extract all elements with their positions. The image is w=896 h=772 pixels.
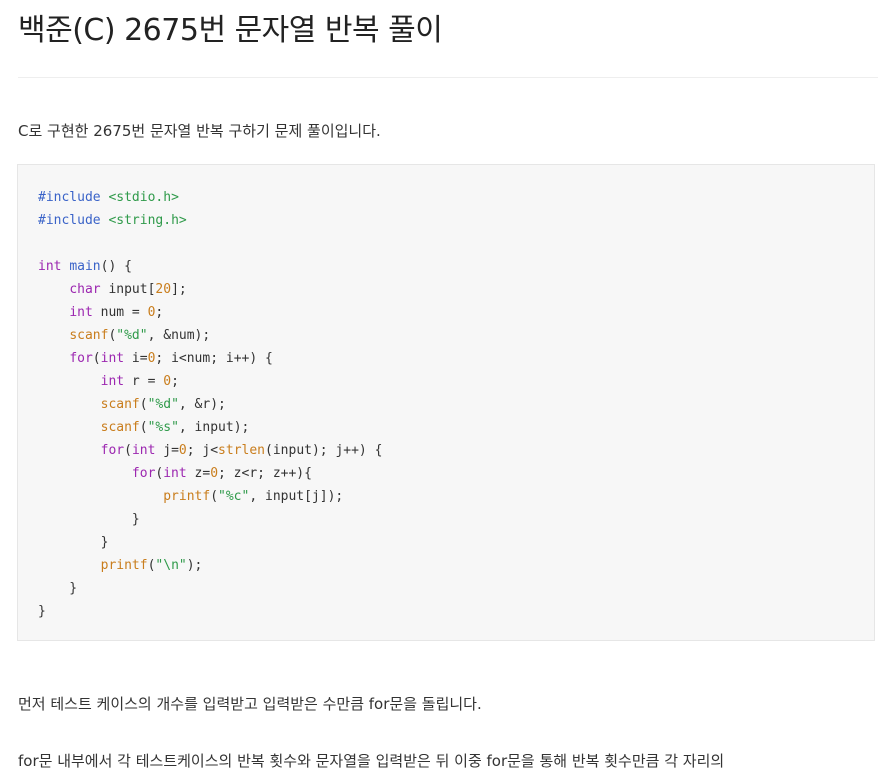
code-token: (input); j++) {	[265, 443, 383, 458]
code-token: );	[186, 558, 203, 573]
code-line: }	[38, 508, 382, 531]
code-line: }	[38, 531, 382, 554]
code-token: int	[131, 443, 156, 458]
title-divider	[18, 77, 878, 78]
post-title: 백준(C) 2675번 문자열 반복 풀이	[18, 13, 443, 48]
code-token: printf	[100, 558, 148, 573]
code-token: , input);	[178, 420, 250, 435]
code-token: #include	[38, 213, 101, 228]
code-token: }	[38, 581, 78, 596]
code-token: r =	[124, 374, 164, 389]
code-token: #include	[38, 190, 101, 205]
code-token: }	[38, 604, 46, 619]
code-token: (	[92, 351, 101, 366]
code-line: char input[20];	[38, 278, 382, 301]
code-token: input[	[100, 282, 156, 297]
code-line: scanf("%d", &r);	[38, 393, 382, 416]
code-token: int	[69, 305, 93, 320]
code-line: int main() {	[38, 255, 382, 278]
code-line: scanf("%s", input);	[38, 416, 382, 439]
code-token: () {	[100, 259, 132, 274]
code-token: for	[69, 351, 93, 366]
code-token: ; j<	[186, 443, 219, 458]
code-token: printf	[163, 489, 211, 504]
code-line: int num = 0;	[38, 301, 382, 324]
code-token: ; z<r; z++){	[218, 466, 312, 481]
code-token: ;	[171, 374, 179, 389]
code-token: strlen	[218, 443, 266, 458]
code-token: 0	[178, 443, 187, 458]
code-token: scanf	[69, 328, 109, 343]
code-token: "%d"	[116, 328, 148, 343]
code-token: j=	[155, 443, 179, 458]
code-token: num =	[92, 305, 148, 320]
code-token: , &num);	[147, 328, 211, 343]
code-token: ; i<num; i++) {	[155, 351, 273, 366]
code-line: scanf("%d", &num);	[38, 324, 382, 347]
explanation-paragraph-2: for문 내부에서 각 테스트케이스의 반복 횟수와 문자열을 입력받은 뒤 이…	[18, 752, 725, 770]
code-token: "%c"	[218, 489, 250, 504]
code-token: int	[163, 466, 187, 481]
code-line: }	[38, 577, 382, 600]
code-token: <string.h>	[108, 213, 187, 228]
code-token: i=	[124, 351, 148, 366]
code-line: printf("%c", input[j]);	[38, 485, 382, 508]
code-token: , input[j]);	[249, 489, 344, 504]
code-token: main	[69, 259, 101, 274]
code-token: <stdio.h>	[108, 190, 179, 205]
code-line: printf("\n");	[38, 554, 382, 577]
code-line: for(int z=0; z<r; z++){	[38, 462, 382, 485]
code-token: (	[124, 443, 132, 458]
code-token: for	[131, 466, 156, 481]
code-token: int	[100, 374, 125, 389]
explanation-paragraph-1: 먼저 테스트 케이스의 개수를 입력받고 입력받은 수만큼 for문을 돌립니다…	[18, 695, 482, 713]
code-line: for(int j=0; j<strlen(input); j++) {	[38, 439, 383, 462]
code-token: int	[100, 351, 125, 366]
code-content: #include <stdio.h> #include <string.h> int…	[38, 186, 382, 623]
code-line: }	[38, 600, 382, 623]
code-token: z=	[186, 466, 211, 481]
code-token: int	[38, 259, 62, 274]
code-token: "%d"	[147, 397, 179, 412]
code-token: ];	[171, 282, 187, 297]
code-token: , &r);	[178, 397, 226, 412]
code-token: "\n"	[155, 558, 187, 573]
code-token: }	[38, 535, 109, 550]
code-token: for	[100, 443, 125, 458]
code-token: 20	[155, 282, 172, 297]
code-token: 0	[210, 466, 219, 481]
code-token: scanf	[100, 397, 140, 412]
code-block: #include <stdio.h> #include <string.h> int…	[17, 164, 875, 641]
code-token: char	[69, 282, 101, 297]
code-token: "%s"	[147, 420, 179, 435]
code-token: (	[139, 397, 148, 412]
code-token: (	[139, 420, 148, 435]
code-line: #include <stdio.h>	[38, 186, 382, 209]
intro-paragraph: C로 구현한 2675번 문자열 반복 구하기 문제 풀이입니다.	[18, 122, 381, 140]
code-token: ;	[155, 305, 164, 320]
code-token: scanf	[100, 420, 140, 435]
code-line: int r = 0;	[38, 370, 382, 393]
code-token: 0	[163, 374, 172, 389]
code-token: }	[38, 512, 140, 527]
code-token: (	[210, 489, 219, 504]
code-line: for(int i=0; i<num; i++) {	[38, 347, 382, 370]
code-line: #include <string.h>	[38, 209, 382, 232]
